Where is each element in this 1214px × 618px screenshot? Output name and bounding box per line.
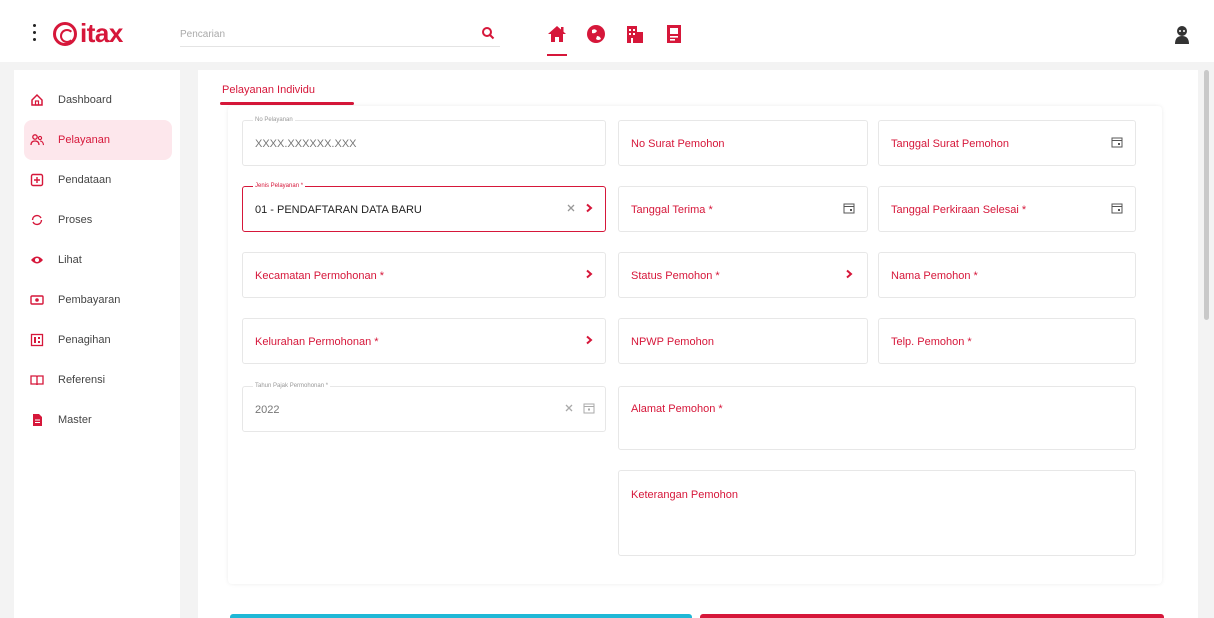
users-icon bbox=[30, 133, 44, 147]
tanggal-terima-field[interactable]: Tanggal Terima * bbox=[618, 186, 868, 232]
app-logo[interactable]: itax bbox=[53, 18, 123, 49]
calendar-icon[interactable] bbox=[843, 202, 855, 214]
search-input[interactable] bbox=[180, 23, 470, 45]
building-icon bbox=[627, 26, 643, 43]
alamat-pemohon-textarea[interactable]: Alamat Pemohon * bbox=[618, 386, 1136, 450]
sidebar-item-label: Pendataan bbox=[58, 174, 112, 186]
sidebar: Dashboard Pelayanan Pendataan Proses Lih… bbox=[14, 70, 180, 618]
field-placeholder: No Surat Pemohon bbox=[631, 138, 725, 150]
field-placeholder: Tanggal Surat Pemohon bbox=[891, 138, 1010, 150]
kelurahan-permohonan-select[interactable]: Kelurahan Permohonan * bbox=[242, 318, 606, 364]
sidebar-item-label: Lihat bbox=[58, 254, 82, 266]
field-placeholder: Kecamatan Permohonan * bbox=[255, 270, 385, 282]
more-vertical-icon[interactable] bbox=[32, 24, 38, 42]
npwp-pemohon-field[interactable]: NPWP Pemohon bbox=[618, 318, 868, 364]
nav-document[interactable] bbox=[662, 22, 686, 56]
sidebar-item-label: Penagihan bbox=[58, 334, 111, 346]
calendar-icon[interactable] bbox=[1111, 136, 1123, 148]
book-icon bbox=[30, 373, 44, 387]
nama-pemohon-field[interactable]: Nama Pemohon * bbox=[878, 252, 1136, 298]
globe-icon bbox=[587, 25, 605, 43]
jenis-pelayanan-select[interactable]: Jenis Pelayanan * 01 - PENDAFTARAN DATA … bbox=[242, 183, 606, 232]
chevron-right-icon[interactable] bbox=[583, 202, 595, 214]
document-icon bbox=[667, 25, 681, 43]
field-value: XXXX.XXXXXX.XXX bbox=[255, 138, 357, 150]
clear-icon[interactable] bbox=[565, 202, 577, 214]
top-nav bbox=[545, 22, 686, 56]
top-bar: itax bbox=[0, 0, 1214, 62]
field-value: 01 - PENDAFTARAN DATA BARU bbox=[255, 204, 422, 216]
bill-icon bbox=[30, 333, 44, 347]
user-avatar-icon[interactable] bbox=[1172, 24, 1192, 44]
sidebar-item-penagihan[interactable]: Penagihan bbox=[24, 320, 172, 360]
clear-icon[interactable] bbox=[563, 402, 575, 414]
sidebar-item-label: Master bbox=[58, 414, 92, 426]
kecamatan-permohonan-select[interactable]: Kecamatan Permohonan * bbox=[242, 252, 606, 298]
tanggal-perkiraan-selesai-field[interactable]: Tanggal Perkiraan Selesai * bbox=[878, 186, 1136, 232]
logo-text: itax bbox=[80, 18, 123, 48]
telp-pemohon-field[interactable]: Telp. Pemohon * bbox=[878, 318, 1136, 364]
field-placeholder: NPWP Pemohon bbox=[631, 336, 714, 348]
sidebar-item-label: Dashboard bbox=[58, 94, 112, 106]
sidebar-item-lihat[interactable]: Lihat bbox=[24, 240, 172, 280]
field-label: Jenis Pelayanan * bbox=[253, 183, 306, 189]
sidebar-item-dashboard[interactable]: Dashboard bbox=[24, 80, 172, 120]
tahun-pajak-field[interactable]: Tahun Pajak Permohonan * 2022 bbox=[242, 383, 606, 432]
search-icon[interactable] bbox=[481, 26, 495, 40]
nav-globe[interactable] bbox=[584, 22, 608, 56]
field-placeholder: Nama Pemohon * bbox=[891, 270, 978, 282]
sidebar-item-label: Pembayaran bbox=[58, 294, 121, 306]
sidebar-item-referensi[interactable]: Referensi bbox=[24, 360, 172, 400]
plus-square-icon bbox=[30, 173, 44, 187]
field-placeholder: Tanggal Terima * bbox=[631, 204, 713, 216]
no-surat-pemohon-field[interactable]: No Surat Pemohon bbox=[618, 120, 868, 166]
tanggal-surat-pemohon-field[interactable]: Tanggal Surat Pemohon bbox=[878, 120, 1136, 166]
refresh-icon bbox=[30, 213, 44, 227]
logo-mark-icon bbox=[53, 21, 77, 46]
tab-active-indicator bbox=[220, 102, 354, 105]
sidebar-item-label: Pelayanan bbox=[58, 134, 110, 146]
tab-pelayanan-individu[interactable]: Pelayanan Individu bbox=[222, 84, 315, 96]
field-placeholder: Tanggal Perkiraan Selesai * bbox=[891, 204, 1027, 216]
field-placeholder: Status Pemohon * bbox=[631, 270, 720, 282]
field-label: Tahun Pajak Permohonan * bbox=[253, 383, 331, 389]
sidebar-item-proses[interactable]: Proses bbox=[24, 200, 172, 240]
search-bar bbox=[180, 23, 500, 47]
sidebar-item-label: Proses bbox=[58, 214, 93, 226]
home-outline-icon bbox=[30, 93, 44, 107]
secondary-action-button[interactable] bbox=[700, 614, 1164, 618]
chevron-right-icon[interactable] bbox=[843, 268, 855, 280]
status-pemohon-select[interactable]: Status Pemohon * bbox=[618, 252, 868, 298]
nav-building[interactable] bbox=[623, 22, 647, 56]
sidebar-item-pelayanan[interactable]: Pelayanan bbox=[24, 120, 172, 160]
field-placeholder: Kelurahan Permohonan * bbox=[255, 336, 379, 348]
file-icon bbox=[30, 413, 44, 427]
field-placeholder: Keterangan Pemohon bbox=[631, 489, 739, 501]
sidebar-item-label: Referensi bbox=[58, 374, 106, 386]
main-content: Pelayanan Individu No Pelayanan XXXX.XXX… bbox=[198, 70, 1198, 618]
scrollbar-thumb[interactable] bbox=[1204, 70, 1209, 320]
sidebar-item-master[interactable]: Master bbox=[24, 400, 172, 440]
field-placeholder: Telp. Pemohon * bbox=[891, 336, 972, 348]
primary-action-button[interactable] bbox=[230, 614, 692, 618]
money-icon bbox=[30, 293, 44, 307]
field-value: 2022 bbox=[255, 404, 280, 416]
chevron-right-icon[interactable] bbox=[583, 334, 595, 346]
calendar-icon[interactable] bbox=[583, 402, 595, 414]
sidebar-item-pendataan[interactable]: Pendataan bbox=[24, 160, 172, 200]
sidebar-item-pembayaran[interactable]: Pembayaran bbox=[24, 280, 172, 320]
keterangan-pemohon-textarea[interactable]: Keterangan Pemohon bbox=[618, 470, 1136, 556]
eye-icon bbox=[30, 253, 44, 267]
calendar-icon[interactable] bbox=[1111, 202, 1123, 214]
home-icon bbox=[548, 26, 566, 42]
field-placeholder: Alamat Pemohon * bbox=[631, 403, 723, 415]
field-label: No Pelayanan bbox=[253, 117, 295, 123]
no-pelayanan-field[interactable]: No Pelayanan XXXX.XXXXXX.XXX bbox=[242, 117, 606, 166]
form-card: No Pelayanan XXXX.XXXXXX.XXX No Surat Pe… bbox=[228, 106, 1162, 584]
nav-home[interactable] bbox=[545, 22, 569, 56]
chevron-right-icon[interactable] bbox=[583, 268, 595, 280]
